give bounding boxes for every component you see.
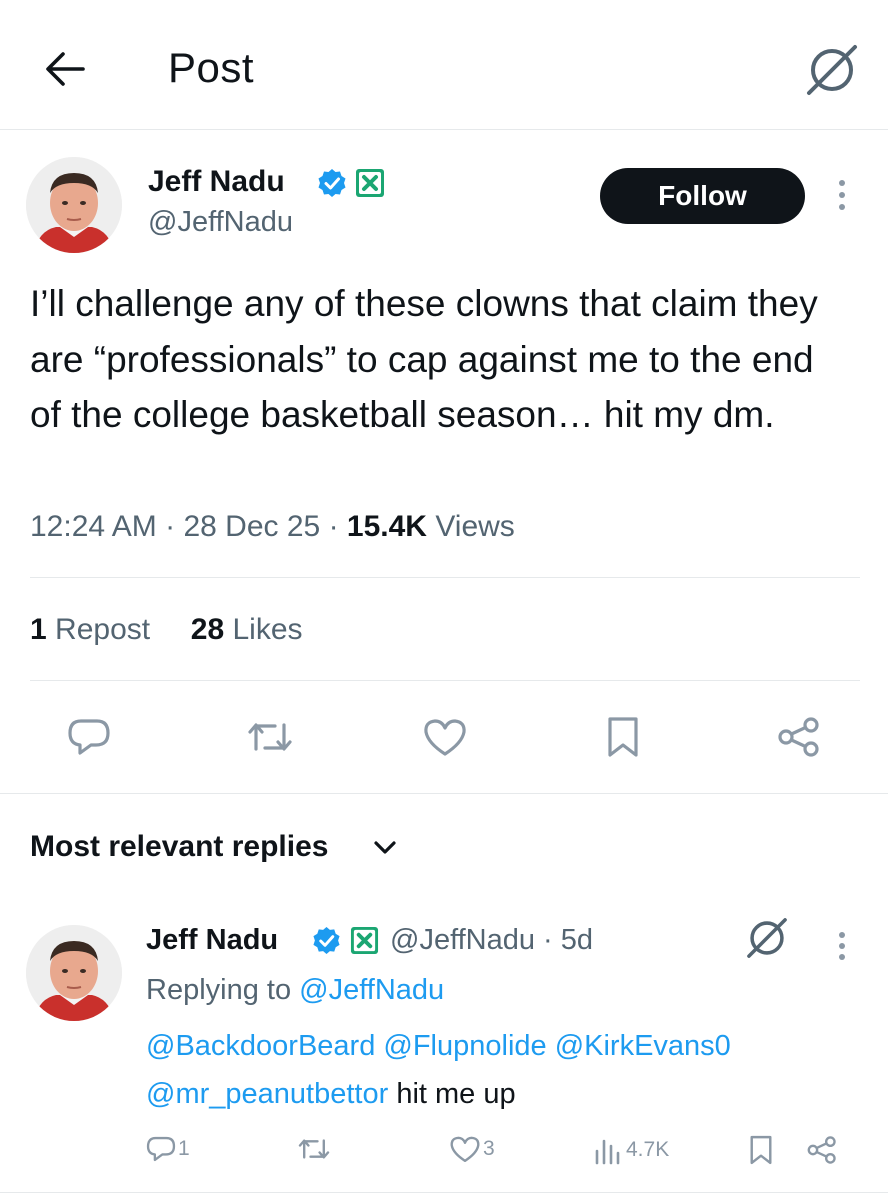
top-bar: Post: [0, 0, 888, 130]
share-button[interactable]: [773, 712, 825, 762]
likes-stat[interactable]: 28 Likes: [191, 613, 303, 646]
reply-more-options-button[interactable]: [836, 932, 848, 960]
back-button[interactable]: [40, 44, 90, 94]
post-stats: 1 Repost 28 Likes: [30, 613, 303, 647]
replying-to: Replying to @JeffNadu: [146, 974, 445, 1006]
post-text: I’ll challenge any of these clowns that …: [30, 283, 818, 435]
views-label: Views: [435, 510, 515, 543]
reply-avatar[interactable]: [26, 925, 122, 1021]
reply-views-button[interactable]: 4.7K: [594, 1135, 669, 1165]
bookmark-icon: [750, 1135, 772, 1165]
reply-repost-button[interactable]: [296, 1135, 332, 1163]
reply-text: @BackdoorBeard @Flupnolide @KirkEvans0 @…: [146, 1022, 866, 1118]
more-vertical-icon: [839, 180, 845, 186]
share-icon: [778, 717, 819, 757]
post-meta: 12:24 AM · 28 Dec 25 · 15.4K Views: [30, 510, 515, 543]
affiliate-badge-icon: [356, 169, 384, 197]
author-avatar[interactable]: [26, 157, 122, 253]
grok-icon: [807, 45, 857, 95]
repost-icon: [248, 723, 292, 751]
reply-button[interactable]: [64, 712, 114, 762]
verified-badge-icon: [318, 169, 346, 197]
views-icon: [595, 1139, 620, 1165]
bookmark-icon: [608, 717, 638, 757]
reposts-stat[interactable]: 1 Repost: [30, 613, 150, 646]
reply-reply-button[interactable]: 1: [146, 1135, 190, 1163]
reply-share-button[interactable]: [806, 1135, 838, 1165]
replying-to-mention[interactable]: @JeffNadu: [299, 974, 444, 1006]
divider: [30, 577, 860, 578]
like-button[interactable]: [420, 712, 470, 762]
follow-button[interactable]: Follow: [600, 168, 805, 224]
reply-icon: [146, 1136, 176, 1162]
author-handle[interactable]: @JeffNadu: [148, 206, 293, 239]
replies-sort-label[interactable]: Most relevant replies: [30, 830, 328, 864]
views-count: 15.4K: [346, 510, 427, 543]
author-name[interactable]: Jeff Nadu: [148, 165, 285, 199]
reply-bookmark-button[interactable]: [748, 1135, 774, 1165]
reply-icon: [68, 719, 110, 755]
post-time[interactable]: 12:24 AM: [30, 510, 157, 543]
more-vertical-icon: [839, 932, 845, 938]
reply-mention[interactable]: @mr_peanutbettor: [146, 1078, 388, 1110]
grok-button[interactable]: [802, 40, 862, 100]
divider: [0, 1192, 888, 1193]
divider: [30, 680, 860, 681]
share-icon: [807, 1136, 836, 1164]
reply-mentions[interactable]: @BackdoorBeard @Flupnolide @KirkEvans0: [146, 1022, 866, 1070]
like-icon: [424, 719, 466, 756]
bookmark-button[interactable]: [598, 712, 648, 762]
repost-button[interactable]: [243, 712, 297, 762]
repost-icon: [298, 1139, 330, 1159]
page-title: Post: [168, 44, 255, 91]
reply-author-name[interactable]: Jeff Nadu: [146, 924, 278, 957]
back-arrow-icon: [46, 52, 85, 86]
post-date[interactable]: 28 Dec 25: [183, 510, 320, 543]
affiliate-badge-icon: [350, 926, 379, 955]
section-divider: [0, 793, 888, 794]
like-icon: [450, 1136, 480, 1163]
reply-handle-time[interactable]: @JeffNadu · 5d: [390, 924, 593, 957]
grok-icon: [747, 918, 787, 958]
chevron-down-icon[interactable]: [372, 838, 398, 858]
more-options-button[interactable]: [836, 180, 848, 210]
reply-grok-button[interactable]: [744, 915, 790, 961]
verified-badge-icon: [313, 926, 340, 955]
reply-like-button[interactable]: 3: [449, 1135, 495, 1163]
